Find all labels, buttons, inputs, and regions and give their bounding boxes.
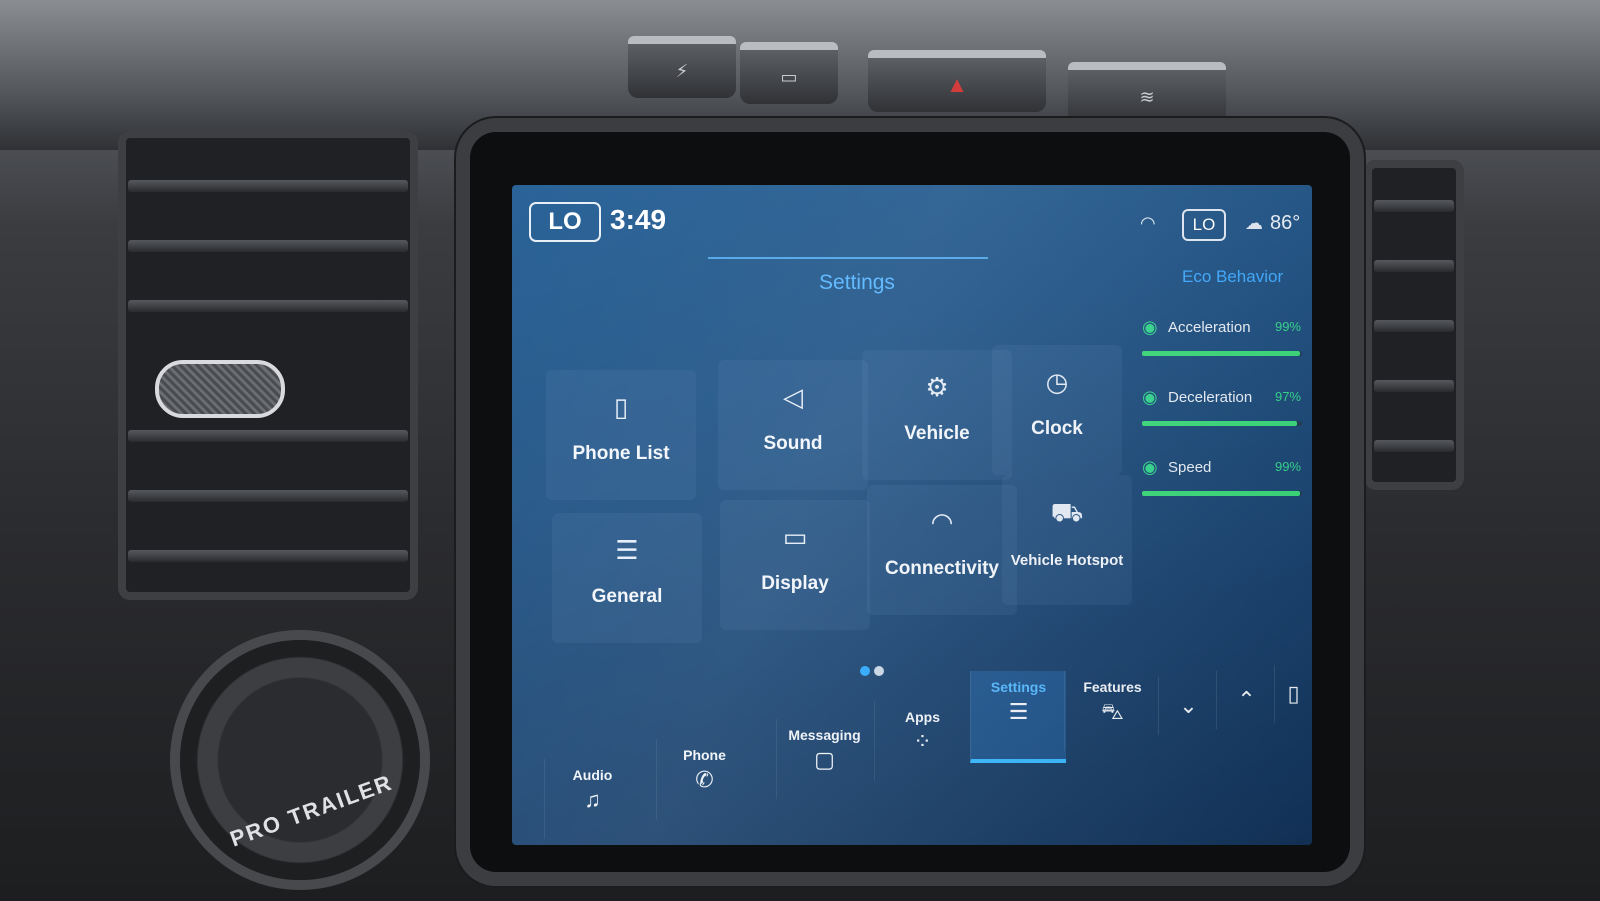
- speedometer-icon: ◉: [1142, 457, 1158, 477]
- eco-row-acceleration: ◉ Acceleration 99%: [1142, 317, 1307, 369]
- sync-screen: LO 3:49 ◠ LO ☁ 86° Settings ▯ Phone List…: [512, 185, 1312, 845]
- tile-label: Vehicle: [904, 423, 970, 444]
- collapse-down-button[interactable]: ⌄: [1158, 677, 1218, 735]
- eco-label: Acceleration: [1168, 319, 1251, 336]
- passenger-temp-badge[interactable]: LO: [1182, 209, 1226, 241]
- eco-bar-fill: [1142, 351, 1301, 356]
- dashboard: ⚡ ▭ ▲ ≋ PRO TRAILER LO 3:49 ◠ LO ☁ 86° S…: [0, 0, 1600, 901]
- eco-bar-fill: [1142, 491, 1301, 496]
- eco-bar-fill: [1142, 421, 1298, 426]
- tile-label: General: [591, 586, 663, 607]
- tile-connectivity[interactable]: ◠ Connectivity: [867, 485, 1017, 615]
- hill-descent-button[interactable]: ⚡: [628, 36, 736, 98]
- display-icon: ▭: [782, 522, 808, 552]
- phone-icon: ✆: [695, 767, 714, 792]
- nav-messaging[interactable]: Messaging ▢: [776, 719, 872, 799]
- tile-sound[interactable]: ◁ Sound: [718, 360, 868, 490]
- status-bar: LO 3:49 ◠ LO ☁ 86°: [512, 185, 1312, 255]
- traction-off-button[interactable]: ≋: [1068, 62, 1226, 124]
- eco-bar: [1142, 491, 1302, 496]
- sliders-icon: ☰: [615, 535, 639, 565]
- page-title: Settings: [819, 271, 895, 294]
- sliders-icon: ☰: [1008, 699, 1029, 724]
- nav-label: Messaging: [788, 727, 861, 743]
- phone-list-icon: ▯: [613, 392, 629, 422]
- trailer-button[interactable]: ▭: [740, 42, 838, 104]
- apps-grid-icon: ⁘: [913, 729, 932, 754]
- gauge-icon: ◉: [1142, 317, 1158, 337]
- tile-vehicle[interactable]: ⚙ Vehicle: [862, 350, 1012, 480]
- eco-label: Deceleration: [1168, 389, 1253, 406]
- tile-phone-list[interactable]: ▯ Phone List: [546, 370, 696, 500]
- title-underline: [708, 257, 988, 259]
- eco-label: Speed: [1168, 459, 1212, 476]
- nav-features[interactable]: Features ⛍: [1064, 671, 1160, 751]
- eco-title: Eco Behavior: [1182, 267, 1284, 286]
- hazard-button[interactable]: ▲: [868, 50, 1046, 112]
- nav-apps[interactable]: Apps ⁘: [874, 701, 970, 781]
- vehicle-settings-icon: ⚙: [925, 372, 949, 402]
- car-features-icon: ⛍: [1101, 699, 1124, 724]
- nav-label: Settings: [990, 679, 1047, 695]
- nav-phone[interactable]: Phone ✆: [656, 739, 752, 819]
- phone-projection-button[interactable]: ▯: [1274, 665, 1312, 723]
- tile-label: Phone List: [572, 443, 670, 464]
- clock-time: 3:49: [610, 204, 667, 235]
- tile-display[interactable]: ▭ Display: [720, 500, 870, 630]
- driver-temp-badge[interactable]: LO: [529, 202, 601, 242]
- nav-audio[interactable]: Audio ♫: [544, 759, 640, 839]
- chevron-up-icon: ⌃: [1237, 687, 1256, 712]
- tile-vehicle-hotspot[interactable]: ⛟ Vehicle Hotspot: [1002, 475, 1132, 605]
- hazard-triangle-icon: ▲: [946, 72, 968, 97]
- weather-icon: ☁: [1245, 213, 1263, 233]
- tile-label: Sound: [763, 433, 823, 454]
- pro-trailer-knob[interactable]: [180, 640, 420, 880]
- nav-label: Audio: [572, 767, 613, 783]
- wifi-status-icon: ◠: [1140, 213, 1156, 233]
- traction-off-icon: ≋: [1139, 86, 1155, 107]
- eco-behavior-panel: Eco Behavior ◉ Acceleration 99% ◉ Decele…: [1127, 255, 1312, 635]
- music-note-icon: ♫: [584, 787, 601, 812]
- expand-up-button[interactable]: ⌃: [1216, 671, 1276, 729]
- eco-row-speed: ◉ Speed 99%: [1142, 457, 1307, 509]
- hill-descent-icon: ⚡: [675, 60, 689, 81]
- tile-label: Vehicle Hotspot: [1010, 552, 1124, 569]
- eco-bar: [1142, 421, 1302, 426]
- tile-general[interactable]: ☰ General: [552, 513, 702, 643]
- tile-label: Connectivity: [884, 558, 1000, 579]
- eco-bar: [1142, 351, 1302, 356]
- clock-icon: ◷: [1045, 367, 1069, 397]
- vent-adjust-knob[interactable]: [155, 360, 285, 418]
- gauge-icon: ◉: [1142, 387, 1158, 407]
- eco-value: 99%: [1274, 459, 1301, 474]
- eco-row-deceleration: ◉ Deceleration 97%: [1142, 387, 1307, 439]
- tile-label: Display: [761, 573, 829, 594]
- phone-projection-icon: ▯: [1287, 681, 1300, 706]
- trailer-icon: ▭: [780, 66, 798, 87]
- chevron-down-icon: ⌄: [1179, 693, 1198, 718]
- outside-temperature: 86°: [1270, 212, 1301, 234]
- wifi-icon: ◠: [930, 507, 954, 537]
- chat-icon: ▢: [814, 747, 835, 772]
- right-air-vent: [1364, 160, 1464, 490]
- nav-settings[interactable]: Settings ☰: [970, 671, 1066, 763]
- tile-clock[interactable]: ◷ Clock: [992, 345, 1122, 475]
- eco-value: 99%: [1274, 319, 1301, 334]
- eco-value: 97%: [1274, 389, 1301, 404]
- nav-label: Features: [1083, 679, 1142, 695]
- speaker-icon: ◁: [783, 382, 803, 412]
- bottom-nav: Audio ♫ Phone ✆ Messaging ▢ Apps ⁘ Setti…: [544, 665, 1312, 845]
- hotspot-car-icon: ⛟: [1050, 497, 1084, 527]
- nav-label: Apps: [905, 709, 940, 725]
- tile-label: Clock: [1031, 418, 1083, 439]
- nav-label: Phone: [683, 747, 726, 763]
